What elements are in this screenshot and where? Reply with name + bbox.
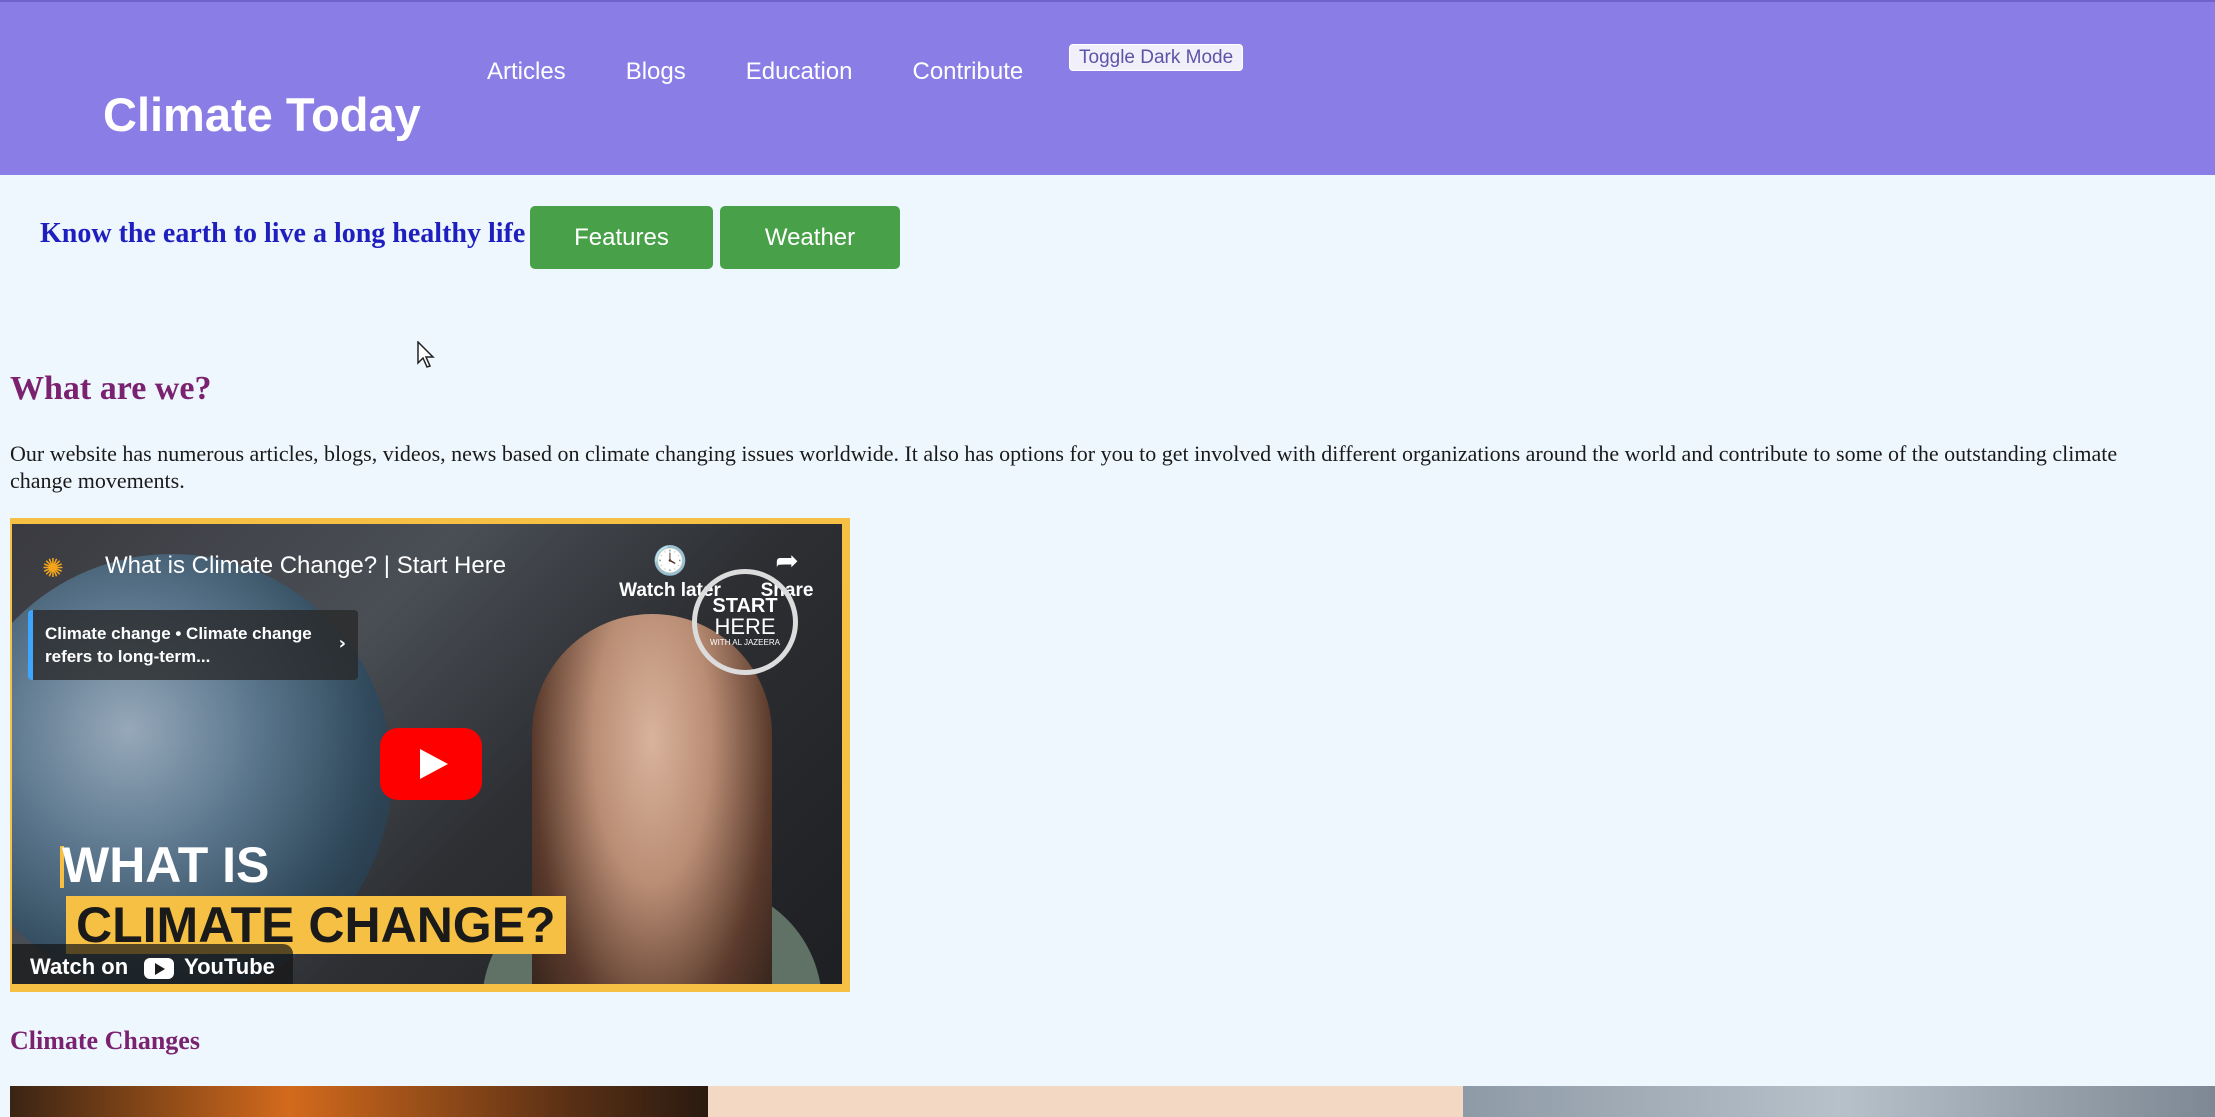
climate-changes-heading: Climate Changes [10,1026,200,1055]
main-nav: Articles Blogs Education Contribute [487,57,1083,87]
overlay-line-1: WHAT IS [62,837,270,893]
nav-articles[interactable]: Articles [487,57,566,87]
chevron-right-icon: › [338,633,346,654]
mouse-cursor-icon [417,341,435,368]
nav-contribute[interactable]: Contribute [912,57,1023,87]
clock-icon: 🕓 [652,544,688,577]
tagline: Know the earth to live a long healthy li… [40,218,526,249]
stamp-line-3: WITH AL JAZEERA [710,638,780,647]
stamp-line-1: START [712,595,778,617]
video-embed[interactable]: ✺ What is Climate Change? | Start Here 🕓… [10,518,850,992]
chapter-card[interactable]: Climate change • Climate change refers t… [28,610,358,680]
gallery-image-drought [708,1086,1463,1117]
gallery-image-storm [1463,1086,2215,1117]
gallery-image-wildfire [10,1086,708,1117]
nav-education[interactable]: Education [746,57,853,87]
video-title[interactable]: What is Climate Change? | Start Here [105,552,506,580]
site-header: Climate Today Articles Blogs Education C… [0,0,2215,175]
stamp-line-2: HERE [714,614,776,639]
play-button[interactable] [380,728,482,800]
site-title: Climate Today [103,88,421,141]
youtube-label: YouTube [184,954,275,979]
climate-gallery [10,1086,2215,1117]
start-here-stamp: START HERE WITH AL JAZEERA [692,569,798,675]
weather-button[interactable]: Weather [720,206,900,269]
nav-blogs[interactable]: Blogs [626,57,686,87]
watch-on-youtube-button[interactable]: Watch on YouTube [12,944,293,984]
channel-logo-icon[interactable]: ✺ [42,554,72,588]
youtube-logo-icon [144,957,175,979]
about-text: Our website has numerous articles, blogs… [10,441,2118,493]
toggle-dark-mode-button[interactable]: Toggle Dark Mode [1069,44,1244,71]
watch-on-label: Watch on [30,954,129,979]
about-heading: What are we? [10,370,212,407]
chapter-text: Climate change • Climate change refers t… [45,624,312,666]
features-button[interactable]: Features [530,206,713,269]
